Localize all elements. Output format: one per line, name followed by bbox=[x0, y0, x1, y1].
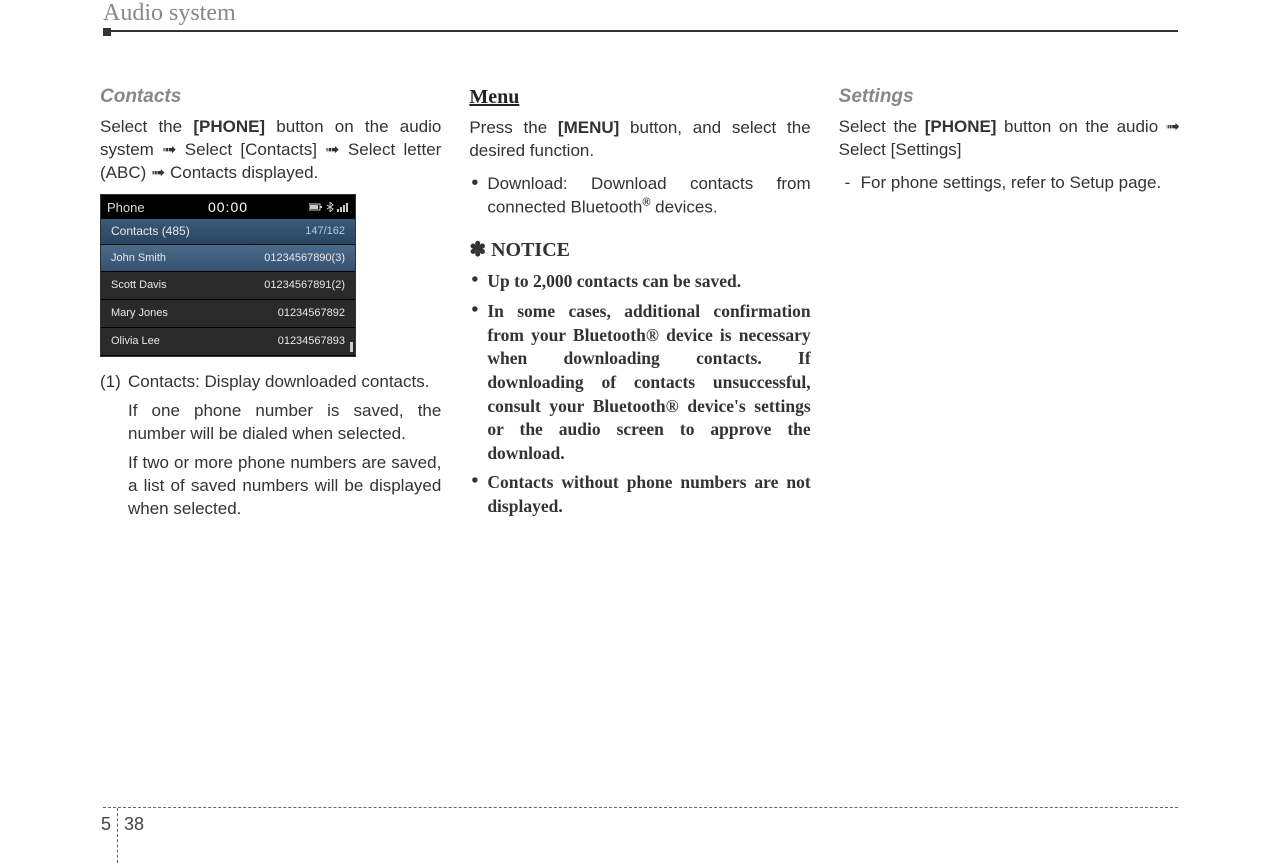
contacts-list-header: Contacts (485) 147/162 bbox=[101, 219, 355, 244]
footer-vertical-rule bbox=[117, 808, 118, 863]
contact-number: 01234567891(2) bbox=[264, 278, 345, 293]
text: Press the bbox=[469, 118, 558, 137]
contacts-count-label: Contacts (485) bbox=[111, 223, 190, 239]
contacts-intro: Select the [PHONE] button on the audio s… bbox=[100, 116, 441, 185]
settings-intro: Select the [PHONE] button on the audio ➟… bbox=[839, 116, 1180, 162]
phone-topbar: Phone 00:00 bbox=[101, 195, 355, 219]
footer-rule bbox=[103, 807, 1178, 808]
scrollbar-thumb bbox=[350, 342, 353, 352]
page-number: 38 bbox=[124, 814, 144, 835]
signal-icon bbox=[337, 203, 349, 212]
phone-screen-title: Phone bbox=[107, 199, 145, 217]
notice-bullet: Up to 2,000 contacts can be saved. bbox=[469, 270, 810, 294]
notice-bullet: Contacts without phone numbers are not d… bbox=[469, 471, 810, 518]
contact-row: Mary Jones 01234567892 bbox=[101, 300, 355, 328]
text: Select the bbox=[100, 117, 193, 136]
text: devices. bbox=[650, 197, 717, 216]
text-bold: [PHONE] bbox=[925, 117, 997, 136]
text-bold: [PHONE] bbox=[193, 117, 265, 136]
header-rule bbox=[103, 30, 1178, 32]
contact-number: 01234567892 bbox=[278, 306, 345, 321]
text: Select the bbox=[839, 117, 925, 136]
contact-number: 01234567890(3) bbox=[264, 251, 345, 266]
content-columns: Contacts Select the [PHONE] button on th… bbox=[100, 84, 1180, 527]
phone-screenshot: Phone 00:00 Contacts (485) 147/162 bbox=[100, 194, 356, 357]
column-settings: Settings Select the [PHONE] button on th… bbox=[839, 84, 1180, 527]
column-menu: Menu Press the [MENU] button, and select… bbox=[469, 84, 810, 527]
item-number: (1) bbox=[100, 371, 121, 394]
contacts-heading: Contacts bbox=[100, 84, 441, 110]
notice-bullet: In some cases, additional confirmation f… bbox=[469, 300, 810, 465]
notice-heading: ✽ NOTICE bbox=[469, 237, 810, 264]
text-bold: [MENU] bbox=[558, 118, 619, 137]
item-subtext: If two or more phone numbers are saved, … bbox=[100, 452, 441, 521]
contact-row: Olivia Lee 01234567893 bbox=[101, 328, 355, 356]
contact-name: Olivia Lee bbox=[111, 334, 160, 349]
column-contacts: Contacts Select the [PHONE] button on th… bbox=[100, 84, 441, 527]
menu-intro: Press the [MENU] button, and select the … bbox=[469, 117, 810, 163]
phone-clock: 00:00 bbox=[208, 198, 248, 217]
phone-list-body: John Smith 01234567890(3) Scott Davis 01… bbox=[101, 245, 355, 356]
contact-number: 01234567893 bbox=[278, 334, 345, 349]
item-subtext: If one phone number is saved, the number… bbox=[100, 400, 441, 446]
chapter-title: Audio system bbox=[103, 0, 236, 27]
status-icons bbox=[309, 202, 349, 212]
contact-row: John Smith 01234567890(3) bbox=[101, 245, 355, 273]
menu-heading: Menu bbox=[469, 84, 810, 111]
bluetooth-icon bbox=[326, 202, 334, 212]
dash-item: For phone settings, refer to Setup page. bbox=[839, 172, 1180, 195]
contact-name: Scott Davis bbox=[111, 278, 167, 293]
numbered-item-1: (1) Contacts: Display downloaded contact… bbox=[100, 371, 441, 394]
notice-body: Up to 2,000 contacts can be saved. In so… bbox=[469, 270, 810, 518]
settings-heading: Settings bbox=[839, 84, 1180, 110]
contact-name: Mary Jones bbox=[111, 306, 168, 321]
contact-row: Scott Davis 01234567891(2) bbox=[101, 272, 355, 300]
contacts-page-indicator: 147/162 bbox=[305, 224, 345, 239]
contact-name: John Smith bbox=[111, 251, 166, 266]
battery-icon bbox=[309, 203, 323, 211]
page-section-number: 5 bbox=[101, 814, 111, 835]
bullet-download: Download: Download contacts from connect… bbox=[469, 173, 810, 220]
item-text: Contacts: Display downloaded contacts. bbox=[128, 372, 429, 391]
